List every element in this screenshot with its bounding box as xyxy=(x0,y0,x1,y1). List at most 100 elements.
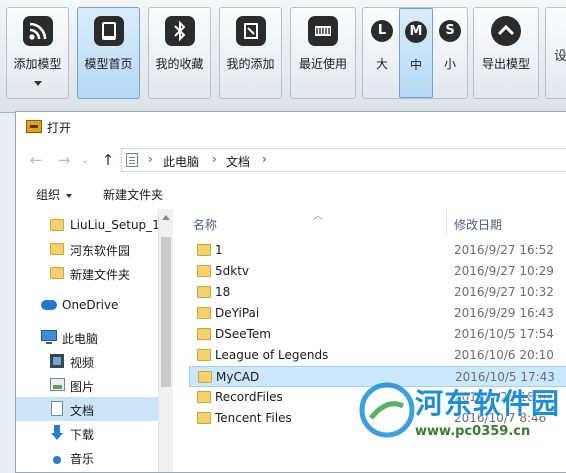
file-row[interactable]: 5dktv 2016/9/27 10:29 xyxy=(189,261,566,282)
recent-locations-chevron-icon[interactable]: ⌄ xyxy=(78,150,92,170)
sidebar-item-music[interactable]: 音乐 xyxy=(16,445,158,469)
file-row[interactable]: 18 2016/9/27 10:32 xyxy=(189,282,566,303)
folder-icon xyxy=(197,265,211,277)
sidebar-item-label: 河东软件园 xyxy=(70,244,131,258)
sidebar-item-documents[interactable]: 文档 xyxy=(16,397,158,421)
sidebar-item-label: 视频 xyxy=(70,356,95,370)
bluetooth-icon xyxy=(164,16,195,46)
size-large-label: 大 xyxy=(375,57,388,71)
export-model-button[interactable]: 导出模型 xyxy=(473,7,539,99)
settings-button-partial[interactable]: 设 xyxy=(545,7,566,99)
file-row[interactable]: League of Legends 2016/10/6 20:10 xyxy=(189,345,566,366)
document-icon xyxy=(51,401,63,416)
column-header-name[interactable]: 名称 xyxy=(193,216,217,233)
organize-menu-button[interactable]: 组织 xyxy=(36,186,73,203)
sidebar-item-downloads[interactable]: 下载 xyxy=(16,421,158,445)
file-name: League of Legends xyxy=(215,348,329,362)
file-name: Tencent Files xyxy=(215,411,292,425)
navigation-scrollbar[interactable] xyxy=(158,209,173,472)
settings-label-partial: 设 xyxy=(554,49,566,64)
size-small-button[interactable]: S 小 xyxy=(433,8,467,98)
sidebar-item-pictures[interactable]: 图片 xyxy=(16,373,158,397)
my-additions-button[interactable]: 我的添加 xyxy=(219,7,282,99)
scroll-up-icon[interactable] xyxy=(162,215,170,220)
file-name: MyCAD xyxy=(216,370,260,384)
up-arrow-icon[interactable]: ↑ xyxy=(98,150,118,170)
address-row: ← → ⌄ ↑ › 此电脑 › 文档 › xyxy=(16,145,566,175)
file-date: 2016/9/27 16:52 xyxy=(454,243,554,257)
folder-icon xyxy=(50,243,64,255)
sidebar-item-label: 新建文件夹 xyxy=(70,268,131,282)
document-location-icon xyxy=(126,153,138,167)
size-large-button[interactable]: L 大 xyxy=(365,8,399,98)
my-additions-label: 我的添加 xyxy=(226,57,275,71)
add-model-button[interactable]: 添加模型 xyxy=(6,7,69,99)
export-icon xyxy=(491,16,521,46)
file-date: 2016/9/27 10:32 xyxy=(454,285,554,299)
folder-icon xyxy=(50,267,64,279)
back-arrow-icon[interactable]: ← xyxy=(26,150,46,170)
folder-icon xyxy=(197,391,211,403)
column-header-date-modified[interactable]: 修改日期 xyxy=(454,216,502,233)
sidebar-item-videos[interactable]: 视频 xyxy=(16,349,158,373)
sidebar-item-label: 音乐 xyxy=(70,452,95,466)
file-name: DeYiPai xyxy=(215,306,260,320)
add-model-label: 添加模型 xyxy=(13,57,62,71)
sidebar-item-liuliu-setup[interactable]: LiuLiu_Setup_1. xyxy=(16,213,158,237)
new-folder-button[interactable]: 新建文件夹 xyxy=(103,186,163,203)
sidebar-item-label: LiuLiu_Setup_1. xyxy=(70,218,158,232)
folder-icon xyxy=(197,328,211,340)
size-medium-label: 中 xyxy=(409,58,422,72)
file-name: 5dktv xyxy=(215,264,250,278)
picture-icon xyxy=(50,378,65,391)
forward-arrow-icon[interactable]: → xyxy=(54,150,74,170)
model-home-label: 模型首页 xyxy=(84,57,133,71)
folder-icon xyxy=(197,412,211,424)
sidebar-item-label: 下载 xyxy=(70,428,95,442)
file-date: 2016/10/5 17:54 xyxy=(454,327,554,341)
breadcrumb-separator[interactable]: › xyxy=(212,152,217,166)
file-row[interactable]: DeYiPai 2016/9/29 16:43 xyxy=(189,303,566,324)
file-date: 2016/9/27 10:29 xyxy=(454,264,554,278)
watermark-title: 河东软件园 xyxy=(415,387,561,420)
chevron-down-icon[interactable] xyxy=(33,81,42,86)
size-medium-button[interactable]: M 中 xyxy=(399,8,433,98)
scrollbar-thumb[interactable] xyxy=(161,237,171,387)
folder-icon xyxy=(198,371,212,383)
address-bar[interactable]: › 此电脑 › 文档 › xyxy=(121,148,566,172)
sidebar-item-label: 文档 xyxy=(70,404,95,418)
folder-icon xyxy=(50,219,64,231)
model-home-button[interactable]: 模型首页 xyxy=(77,7,140,99)
sidebar-item-this-pc[interactable]: 此电脑 xyxy=(16,325,158,349)
cloud-icon xyxy=(41,300,57,310)
file-name: DSeeTem xyxy=(215,327,271,341)
file-name: 1 xyxy=(215,243,223,257)
breadcrumb-this-pc[interactable]: 此电脑 xyxy=(163,153,199,170)
breadcrumb-separator[interactable]: › xyxy=(262,152,267,166)
breadcrumb-separator[interactable]: › xyxy=(148,152,153,166)
breadcrumb-documents[interactable]: 文档 xyxy=(226,153,250,170)
file-date: 2016/10/6 20:10 xyxy=(454,348,554,362)
size-small-label: 小 xyxy=(443,57,456,71)
recently-used-label: 最近使用 xyxy=(298,57,347,71)
sidebar-item-new-folder[interactable]: 新建文件夹 xyxy=(16,261,158,285)
rss-icon xyxy=(22,16,53,46)
my-favorites-button[interactable]: 我的收藏 xyxy=(148,7,211,99)
sidebar-item-onedrive[interactable]: OneDrive xyxy=(16,293,158,317)
column-divider[interactable] xyxy=(446,209,447,237)
sidebar-item-hedong[interactable]: 河东软件园 xyxy=(16,237,158,261)
file-row[interactable]: DSeeTem 2016/10/5 17:54 xyxy=(189,324,566,345)
file-row[interactable]: 1 2016/9/27 16:52 xyxy=(189,240,566,261)
dialog-title: 打开 xyxy=(47,121,72,135)
sidebar-item-label: 图片 xyxy=(70,380,95,394)
file-date: 2016/9/29 16:43 xyxy=(454,306,554,320)
dialog-titlebar[interactable]: 打开 xyxy=(16,112,566,142)
column-header-row: ︿ 名称 修改日期 xyxy=(174,209,566,237)
site-watermark: 河东软件园 www.pc0359.cn xyxy=(357,378,566,456)
recently-used-button[interactable]: 最近使用 xyxy=(290,7,356,99)
small-size-icon: S xyxy=(439,20,461,42)
video-icon xyxy=(50,354,64,368)
medium-size-icon: M xyxy=(405,21,427,43)
home-tablet-icon xyxy=(93,16,124,46)
organize-label: 组织 xyxy=(36,188,61,202)
